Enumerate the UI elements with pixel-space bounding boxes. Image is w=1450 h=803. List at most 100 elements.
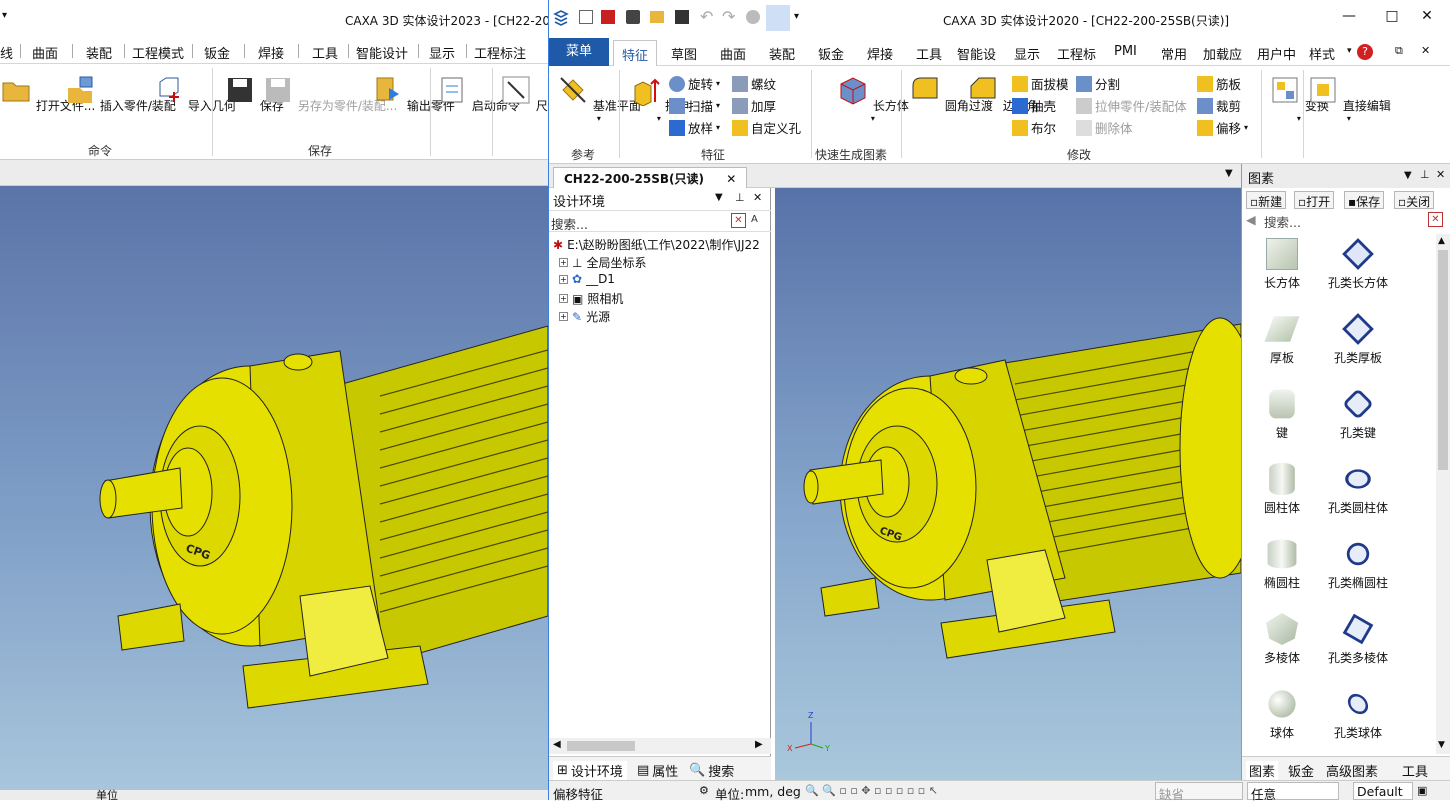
- split-button[interactable]: 分割: [1076, 74, 1120, 93]
- minimize-button[interactable]: —: [1339, 8, 1359, 24]
- back-tab-tools[interactable]: 工具: [312, 43, 338, 62]
- pin-icon[interactable]: ⊥: [735, 191, 745, 204]
- tab-shapes[interactable]: 图素: [1246, 761, 1279, 780]
- close-icon[interactable]: ✕: [753, 191, 762, 204]
- sweep-button[interactable]: 扫描 ▾: [669, 96, 720, 115]
- back-tab-smartdesign[interactable]: 智能设计: [356, 43, 408, 62]
- back-tab-weld[interactable]: 焊接: [258, 43, 284, 62]
- shape-box[interactable]: 长方体: [1242, 238, 1322, 291]
- clear-search-icon[interactable]: ✕: [731, 213, 746, 228]
- library-search-input[interactable]: ◀ 搜索... ✕: [1242, 210, 1450, 230]
- draft-button[interactable]: 面拔模: [1012, 74, 1069, 93]
- shell-button[interactable]: 抽壳: [1012, 96, 1056, 115]
- scroll-thumb[interactable]: [1438, 250, 1448, 470]
- menu-button[interactable]: 菜单: [549, 38, 609, 66]
- shape-hole-sphere[interactable]: 孔类球体: [1318, 688, 1398, 741]
- tab-feature[interactable]: 特征: [613, 40, 658, 66]
- shape-hole-box[interactable]: 孔类长方体: [1318, 238, 1398, 291]
- tab-display[interactable]: 显示: [1014, 44, 1040, 63]
- redo-icon[interactable]: ↷: [722, 7, 735, 26]
- shape-key[interactable]: 键: [1242, 388, 1322, 441]
- close-doc-icon[interactable]: ✕: [1421, 44, 1430, 57]
- tab-tools-lib[interactable]: 工具: [1402, 761, 1428, 780]
- new-library-button[interactable]: ▫新建: [1246, 191, 1287, 209]
- camera-icon[interactable]: [626, 10, 640, 24]
- tab-search[interactable]: 🔍 搜索: [689, 761, 734, 780]
- scroll-right-icon[interactable]: ▶: [755, 739, 763, 750]
- offset-button[interactable]: 偏移 ▾: [1197, 118, 1248, 137]
- dimension-button[interactable]: 尺寸: [500, 74, 548, 114]
- back-tab-assembly[interactable]: 装配: [86, 43, 112, 62]
- box-button[interactable]: 长方体 ▾: [837, 74, 909, 123]
- pick-filter-icon[interactable]: [766, 5, 790, 31]
- direct-edit-button[interactable]: 直接编辑 ▾: [1307, 74, 1391, 123]
- tree-item-d1[interactable]: + ✿ __D1: [559, 272, 615, 286]
- panel-dropdown-icon[interactable]: ▼: [715, 192, 723, 203]
- shape-ellipse-cylinder[interactable]: 椭圆柱: [1242, 538, 1322, 591]
- custom-hole-button[interactable]: 自定义孔: [732, 118, 801, 137]
- tree-item-camera[interactable]: + ▣ 照相机: [559, 290, 623, 307]
- tab-properties[interactable]: ▤ 属性: [637, 761, 678, 780]
- doc-list-dropdown-icon[interactable]: ▼: [1225, 168, 1233, 179]
- expand-icon[interactable]: +: [559, 258, 568, 267]
- tab-common[interactable]: 常用: [1161, 44, 1187, 63]
- back-arrow-icon[interactable]: ◀: [1246, 212, 1256, 227]
- search-options-icon[interactable]: A: [751, 214, 758, 225]
- mail-icon[interactable]: [601, 10, 615, 24]
- globe-icon[interactable]: [746, 10, 760, 24]
- tab-sheetmetal[interactable]: 钣金: [818, 44, 844, 63]
- view-tools[interactable]: 🔍 🔍 ▫ ▫ ✥ ▫ ▫ ▫ ▫ ▫ ↖: [805, 784, 938, 797]
- main-3d-viewport[interactable]: CPG Z X Y: [775, 188, 1261, 780]
- close-icon[interactable]: ✕: [1436, 168, 1445, 181]
- scroll-left-icon[interactable]: ◀: [553, 739, 561, 750]
- back-tab-annotation[interactable]: 工程标注: [474, 43, 526, 62]
- scroll-up-icon[interactable]: ▲: [1438, 236, 1445, 246]
- pin-icon[interactable]: ⊥: [1420, 168, 1430, 181]
- document-tab[interactable]: CH22-200-25SB(只读) ✕: [553, 167, 748, 188]
- tab-tools[interactable]: 工具: [916, 44, 942, 63]
- open-folder-icon[interactable]: [650, 11, 664, 23]
- shape-plate[interactable]: 厚板: [1242, 313, 1322, 366]
- tree-root[interactable]: ✱ E:\赵盼盼图纸\工作\2022\制作\JJ22: [553, 236, 760, 253]
- shape-sphere[interactable]: 球体: [1242, 688, 1322, 741]
- qat-dropdown-icon[interactable]: ▾: [2, 10, 7, 21]
- shape-hole-cylinder[interactable]: 孔类圆柱体: [1318, 463, 1398, 516]
- maximize-button[interactable]: □: [1382, 8, 1402, 24]
- settings-icon[interactable]: ▣: [1417, 784, 1427, 797]
- back-viewport[interactable]: CPG: [0, 186, 548, 790]
- shape-prism[interactable]: 多棱体: [1242, 613, 1322, 666]
- tab-smartdesign[interactable]: 智能设: [957, 44, 996, 63]
- shape-cylinder[interactable]: 圆柱体: [1242, 463, 1322, 516]
- tree-item-light[interactable]: + ✎ 光源: [559, 308, 610, 325]
- undo-icon[interactable]: ↶: [700, 7, 713, 26]
- thread-button[interactable]: 螺纹: [732, 74, 776, 93]
- save-icon[interactable]: [675, 10, 689, 24]
- close-button[interactable]: ✕: [1417, 8, 1437, 24]
- back-tab-sheetmetal[interactable]: 钣金: [204, 43, 230, 62]
- selection-combo[interactable]: 任意: [1247, 782, 1339, 802]
- close-library-button[interactable]: ▫关闭: [1394, 191, 1435, 209]
- save-library-button[interactable]: ▪保存: [1344, 191, 1385, 209]
- back-tab-engmode[interactable]: 工程模式: [132, 43, 184, 62]
- shape-hole-prism[interactable]: 孔类多棱体: [1318, 613, 1398, 666]
- vertical-scrollbar[interactable]: ▲ ▼: [1436, 234, 1450, 754]
- loft-button[interactable]: 放样 ▾: [669, 118, 720, 137]
- tab-annotation[interactable]: 工程标: [1057, 44, 1096, 63]
- unit-value[interactable]: mm, deg: [745, 784, 801, 799]
- tab-surface[interactable]: 曲面: [720, 44, 746, 63]
- delete-body-button[interactable]: 删除体: [1076, 118, 1133, 137]
- trim-button[interactable]: 裁剪: [1197, 96, 1241, 115]
- tab-usercenter[interactable]: 用户中: [1257, 44, 1296, 63]
- boolean-button[interactable]: 布尔: [1012, 118, 1056, 137]
- horizontal-scrollbar[interactable]: ◀ ▶: [549, 738, 771, 754]
- back-tab-line[interactable]: 线: [0, 43, 13, 62]
- new-file-icon[interactable]: [579, 10, 593, 24]
- shape-hole-plate[interactable]: 孔类厚板: [1318, 313, 1398, 366]
- close-icon[interactable]: ✕: [726, 172, 736, 186]
- tab-pmi[interactable]: PMI: [1114, 44, 1137, 59]
- shape-hole-key[interactable]: 孔类键: [1318, 388, 1398, 441]
- tab-assembly[interactable]: 装配: [769, 44, 795, 63]
- rib-button[interactable]: 筋板: [1197, 74, 1241, 93]
- shape-hole-ellipse-cylinder[interactable]: 孔类椭圆柱: [1318, 538, 1398, 591]
- open-library-button[interactable]: ▫打开: [1294, 191, 1335, 209]
